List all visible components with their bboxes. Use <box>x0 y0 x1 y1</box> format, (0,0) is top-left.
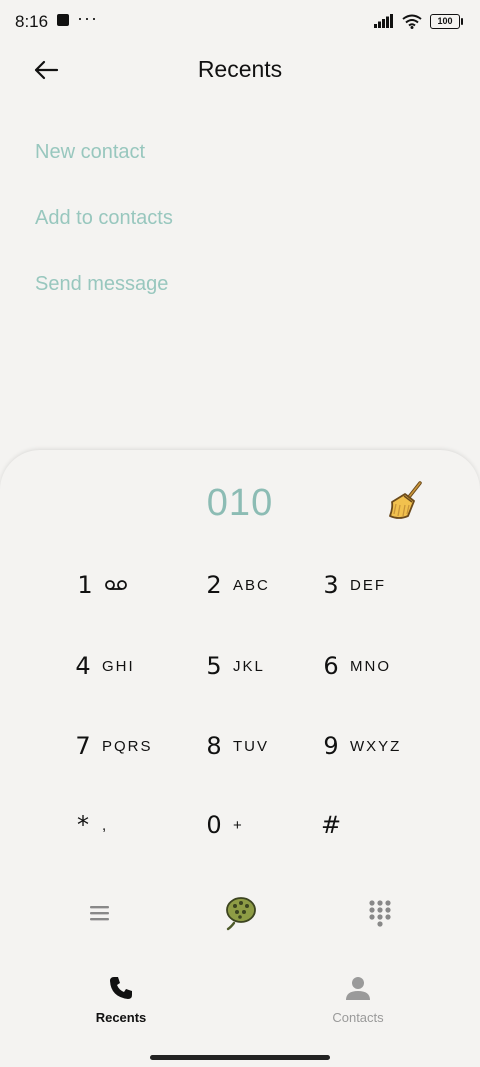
key-letters: PQRS <box>102 737 153 755</box>
notification-icon <box>57 14 69 26</box>
key-letters: GHI <box>102 657 135 675</box>
dialpad-panel <box>0 450 480 970</box>
key-letters: + <box>233 816 244 834</box>
key-hash[interactable]: # <box>316 805 432 845</box>
key-5[interactable]: 5 JKL <box>199 646 315 686</box>
status-bar: 8:16 ··· 100 <box>0 0 480 42</box>
key-digit: 9 <box>323 732 339 760</box>
new-contact-button[interactable]: New contact <box>35 141 145 164</box>
key-digit: 6 <box>323 652 339 680</box>
menu-icon <box>90 906 109 921</box>
battery-icon: 100 <box>430 13 463 29</box>
key-digit: 1 <box>77 571 93 599</box>
wifi-icon <box>402 14 422 29</box>
key-letters: , <box>102 816 109 834</box>
clear-broom-button[interactable] <box>384 480 426 522</box>
key-letters: JKL <box>233 657 265 675</box>
key-digit: 7 <box>75 732 91 760</box>
dialer-screen: 8:16 ··· 100 Recents New contact Add to … <box>0 0 480 1067</box>
person-icon <box>346 977 370 1000</box>
dialpad-toggle-button[interactable] <box>368 899 392 927</box>
page-title: Recents <box>197 56 283 82</box>
key-digit: 5 <box>206 652 222 680</box>
dialpad-icon <box>369 900 391 927</box>
key-2[interactable]: 2 ABC <box>199 565 315 605</box>
key-8[interactable]: 8 TUV <box>199 726 315 766</box>
voicemail-icon <box>105 580 127 590</box>
status-icons: 100 <box>374 12 463 30</box>
key-0[interactable]: 0 + <box>199 805 315 845</box>
key-1[interactable]: 1 <box>70 565 186 605</box>
key-digit: 2 <box>206 571 222 599</box>
key-letters: DEF <box>350 576 386 594</box>
key-digit: 0 <box>206 811 222 839</box>
tab-label: Recents <box>95 1010 147 1025</box>
call-button[interactable] <box>222 893 258 931</box>
key-digit: * <box>77 811 89 839</box>
key-letters: MNO <box>350 657 391 675</box>
add-to-contacts-button[interactable]: Add to contacts <box>35 207 173 230</box>
key-letters: WXYZ <box>350 737 402 755</box>
key-digit: 4 <box>75 652 91 680</box>
send-message-button[interactable]: Send message <box>35 273 168 296</box>
key-7[interactable]: 7 PQRS <box>68 726 184 766</box>
home-indicator[interactable] <box>150 1055 330 1060</box>
key-star[interactable]: * , <box>68 805 184 845</box>
tab-contacts[interactable]: Contacts <box>298 975 418 1025</box>
more-notifications-indicator: ··· <box>77 8 98 28</box>
key-digit: 3 <box>323 571 339 599</box>
lotus-pod-call-icon <box>226 897 256 931</box>
key-6[interactable]: 6 MNO <box>316 646 432 686</box>
signal-icon <box>374 14 393 28</box>
key-3[interactable]: 3 DEF <box>316 565 432 605</box>
menu-button[interactable] <box>88 902 112 924</box>
key-4[interactable]: 4 GHI <box>68 646 184 686</box>
tab-recents[interactable]: Recents <box>61 975 181 1025</box>
broom-icon <box>389 481 422 519</box>
tab-label: Contacts <box>332 1010 384 1025</box>
key-letters: ABC <box>233 576 270 594</box>
status-time: 8:16 <box>15 12 49 31</box>
key-digit: 8 <box>206 732 222 760</box>
key-letters: TUV <box>233 737 269 755</box>
key-9[interactable]: 9 WXYZ <box>316 726 432 766</box>
key-digit: # <box>320 811 342 839</box>
phone-icon <box>110 977 132 999</box>
